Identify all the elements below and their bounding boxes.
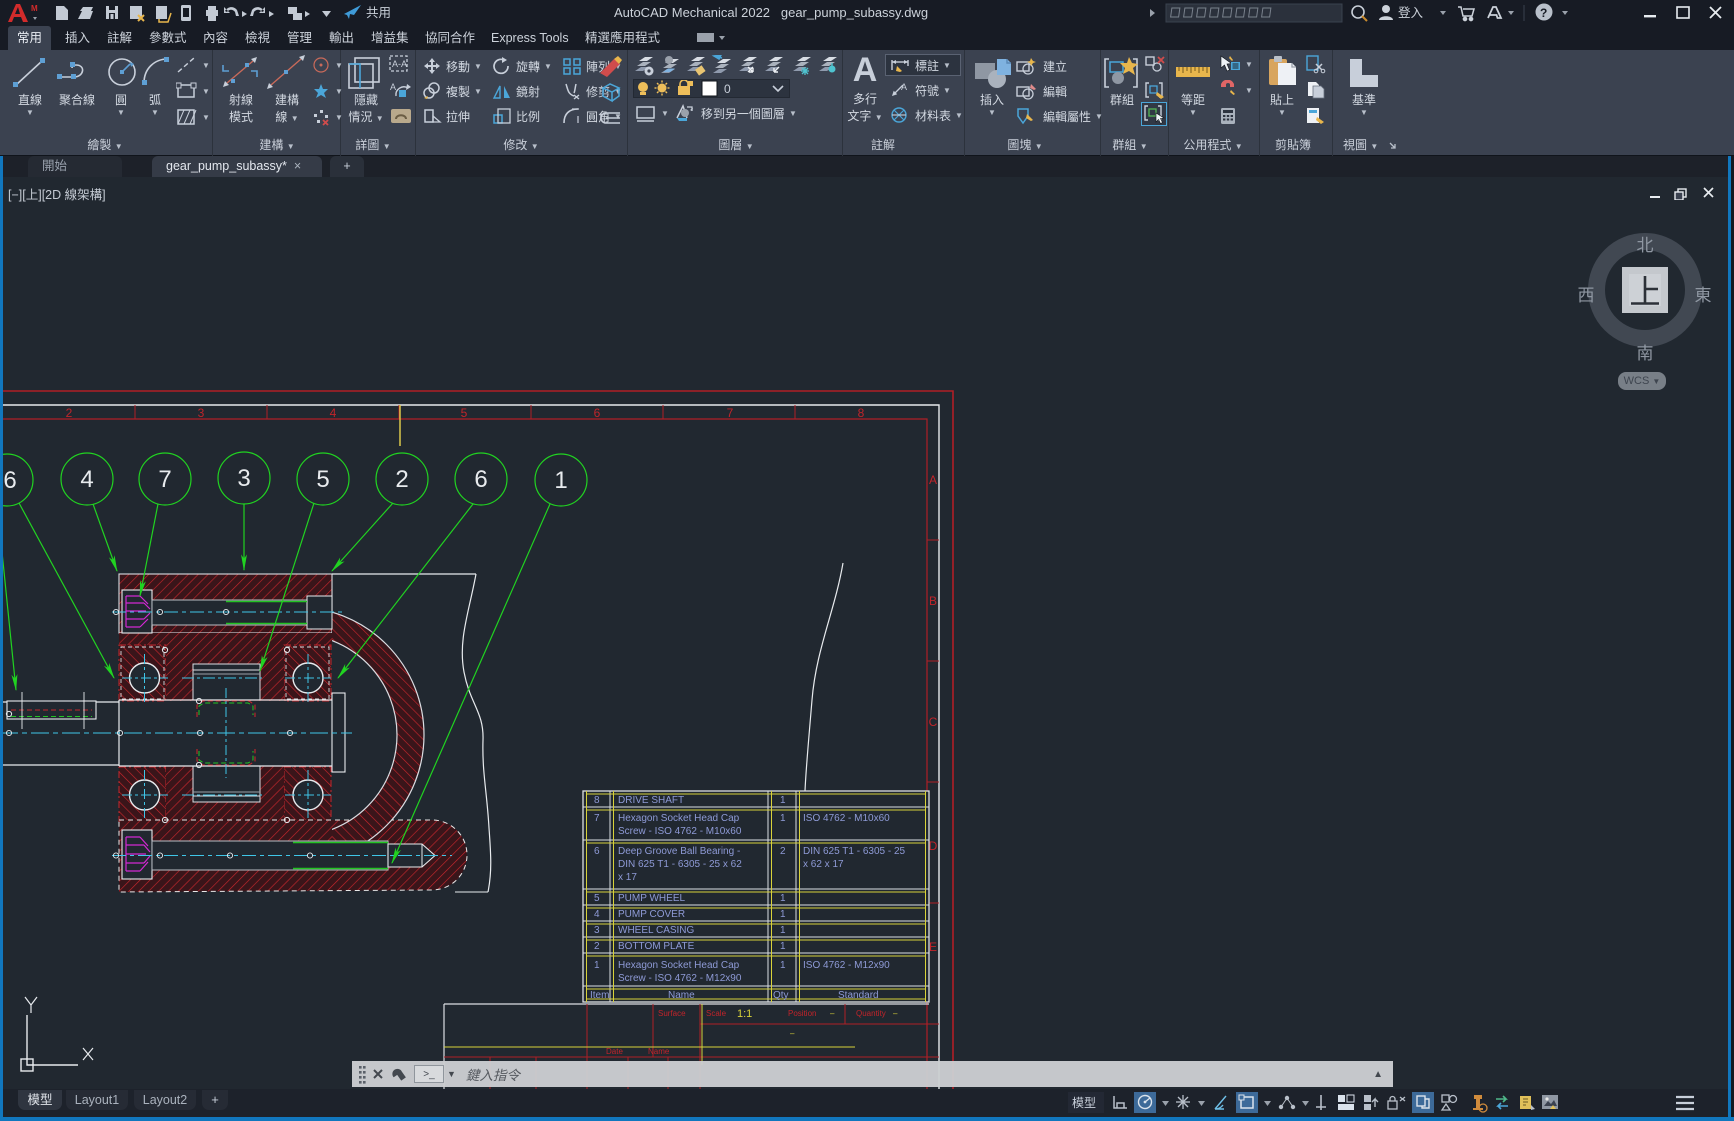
svg-text:Deep Groove Ball Bearing -: Deep Groove Ball Bearing - xyxy=(618,846,740,857)
svg-text:6: 6 xyxy=(474,466,487,493)
svg-text:PUMP COVER: PUMP COVER xyxy=(618,909,685,920)
svg-text:5: 5 xyxy=(594,893,600,904)
svg-text:6: 6 xyxy=(594,406,601,420)
svg-text:WHEEL CASING: WHEEL CASING xyxy=(618,925,695,936)
svg-text:Standard: Standard xyxy=(838,990,879,1001)
svg-text:4: 4 xyxy=(80,466,93,493)
svg-text:ISO 4762 - M12x90: ISO 4762 - M12x90 xyxy=(803,960,890,971)
svg-text:8: 8 xyxy=(858,406,865,420)
svg-text:2: 2 xyxy=(66,406,73,420)
svg-text:Screw - ISO 4762 - M10x60: Screw - ISO 4762 - M10x60 xyxy=(618,826,742,837)
svg-text:x 62 x 17: x 62 x 17 xyxy=(803,859,844,870)
svg-text:A: A xyxy=(901,82,907,92)
svg-text:1: 1 xyxy=(780,893,786,904)
svg-text:BOTTOM PLATE: BOTTOM PLATE xyxy=(618,941,695,952)
svg-text:Qty: Qty xyxy=(773,990,789,1001)
svg-text:8: 8 xyxy=(594,795,600,806)
svg-text:1: 1 xyxy=(780,941,786,952)
svg-text:7: 7 xyxy=(594,813,600,824)
svg-text:–: – xyxy=(830,1009,835,1018)
svg-text:C: C xyxy=(929,715,938,729)
svg-text:A-A: A-A xyxy=(392,59,407,69)
svg-text:3: 3 xyxy=(594,925,600,936)
svg-text:Hexagon Socket Head Cap: Hexagon Socket Head Cap xyxy=(618,960,740,971)
svg-text:Screw - ISO 4762 - M12x90: Screw - ISO 4762 - M12x90 xyxy=(618,973,742,984)
svg-text:x 17: x 17 xyxy=(618,872,637,883)
svg-text:–: – xyxy=(893,1009,898,1018)
svg-text:DIN 625 T1 - 6305 - 25 x 62: DIN 625 T1 - 6305 - 25 x 62 xyxy=(618,859,742,870)
svg-text:6: 6 xyxy=(594,846,600,857)
svg-text:登入: 登入 xyxy=(1398,5,1424,20)
svg-text:Quantity: Quantity xyxy=(856,1009,886,1018)
svg-text:Scale: Scale xyxy=(706,1009,727,1018)
svg-text:D: D xyxy=(929,839,938,853)
svg-text:A: A xyxy=(390,82,396,92)
svg-text:7: 7 xyxy=(158,466,171,493)
svg-text:6: 6 xyxy=(3,467,16,494)
svg-text:4: 4 xyxy=(330,406,337,420)
svg-text:2: 2 xyxy=(395,466,408,493)
svg-text:0: 0 xyxy=(724,82,731,96)
svg-text:2: 2 xyxy=(594,941,600,952)
svg-text:B: B xyxy=(929,594,937,608)
svg-text:Name: Name xyxy=(668,990,695,1001)
svg-text:1: 1 xyxy=(780,925,786,936)
svg-text:1: 1 xyxy=(594,960,600,971)
svg-text:Item: Item xyxy=(590,990,609,1001)
svg-text:1: 1 xyxy=(780,960,786,971)
svg-text:5: 5 xyxy=(316,466,329,493)
svg-text:Date: Date xyxy=(606,1047,623,1056)
svg-text:3: 3 xyxy=(198,406,205,420)
svg-text:1:1: 1:1 xyxy=(737,1008,752,1020)
svg-text:Surface: Surface xyxy=(658,1009,686,1018)
svg-text:2: 2 xyxy=(780,846,786,857)
svg-text:Hexagon Socket Head Cap: Hexagon Socket Head Cap xyxy=(618,813,740,824)
svg-text:1: 1 xyxy=(780,909,786,920)
svg-text:7: 7 xyxy=(727,406,734,420)
svg-text:PUMP WHEEL: PUMP WHEEL xyxy=(618,893,685,904)
svg-text:–: – xyxy=(790,1029,795,1038)
svg-text:A: A xyxy=(929,473,937,487)
svg-text:Name: Name xyxy=(648,1047,670,1056)
svg-text:–: – xyxy=(790,1042,795,1051)
svg-text:Position: Position xyxy=(788,1009,816,1018)
svg-text:ISO 4762 - M10x60: ISO 4762 - M10x60 xyxy=(803,813,890,824)
svg-text:1: 1 xyxy=(554,467,567,494)
svg-text:1: 1 xyxy=(780,795,786,806)
svg-text:1: 1 xyxy=(780,813,786,824)
svg-text:E: E xyxy=(929,940,937,954)
svg-text:DRIVE SHAFT: DRIVE SHAFT xyxy=(618,795,684,806)
svg-text:模型: 模型 xyxy=(1072,1096,1096,1110)
svg-text:DIN 625 T1 - 6305 - 25: DIN 625 T1 - 6305 - 25 xyxy=(803,846,906,857)
svg-text:?: ? xyxy=(1540,6,1547,20)
svg-text:4: 4 xyxy=(594,909,600,920)
svg-text:5: 5 xyxy=(461,406,468,420)
svg-text:3: 3 xyxy=(237,465,250,492)
